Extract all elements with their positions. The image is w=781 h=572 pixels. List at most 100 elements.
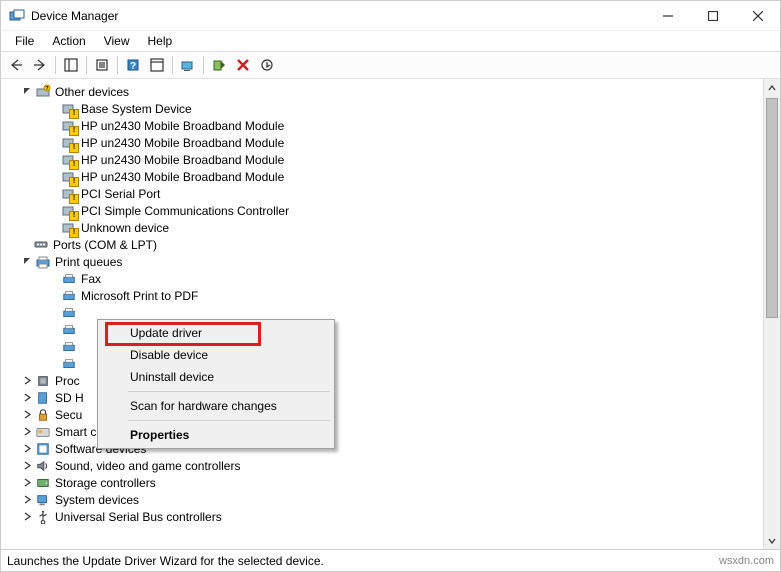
close-button[interactable] [735,1,780,31]
printer-icon [61,271,77,287]
tree-label: Universal Serial Bus controllers [55,510,222,524]
toolbar-separator [86,56,87,74]
device-tree[interactable]: ? Other devices Base System Device HP un… [1,79,763,549]
scroll-down-button[interactable] [764,532,780,549]
processor-icon [35,373,51,389]
tree-node-hp-broadband[interactable]: HP un2430 Mobile Broadband Module [1,151,763,168]
svg-text:?: ? [130,61,136,72]
tree-node-fax[interactable]: Fax [1,270,763,287]
title-bar: Device Manager [1,1,780,31]
device-warning-icon [61,169,77,185]
scroll-up-button[interactable] [764,79,780,96]
tree-node-sound-video[interactable]: Sound, video and game controllers [1,457,763,474]
ctx-update-driver[interactable]: Update driver [100,322,332,344]
back-button[interactable] [5,54,27,76]
tree-label: Fax [81,272,101,286]
ctx-properties[interactable]: Properties [100,424,332,446]
usb-icon [35,509,51,525]
tree-node-other-devices[interactable]: ? Other devices [1,83,763,100]
chevron-right-icon[interactable] [21,375,33,387]
other-devices-icon: ? [35,84,51,100]
chevron-right-icon[interactable] [21,392,33,404]
menu-help[interactable]: Help [140,33,181,49]
chevron-right-icon[interactable] [21,460,33,472]
tree-label: HP un2430 Mobile Broadband Module [81,153,284,167]
context-menu: Update driver Disable device Uninstall d… [97,319,335,449]
tree-node-hp-broadband[interactable]: HP un2430 Mobile Broadband Module [1,168,763,185]
content-area: ? Other devices Base System Device HP un… [1,79,780,549]
tree-node-hp-broadband[interactable]: HP un2430 Mobile Broadband Module [1,117,763,134]
chevron-right-icon[interactable] [21,494,33,506]
tree-label: PCI Simple Communications Controller [81,204,289,218]
menu-action[interactable]: Action [44,33,93,49]
app-icon [9,8,25,24]
svg-text:?: ? [45,86,48,92]
tree-label: PCI Serial Port [81,187,160,201]
scrollbar-thumb[interactable] [766,98,778,318]
tree-node-unknown-device[interactable]: Unknown device [1,219,763,236]
device-warning-icon [61,203,77,219]
toolbar: ? [1,51,780,79]
speaker-icon [35,458,51,474]
show-hide-tree-button[interactable] [60,54,82,76]
disable-button[interactable] [256,54,278,76]
tree-node-ports[interactable]: Ports (COM & LPT) [1,236,763,253]
scrollbar-track-area[interactable] [764,96,780,532]
tree-label: System devices [55,493,139,507]
chevron-right-icon[interactable] [21,426,33,438]
forward-button[interactable] [29,54,51,76]
tree-node-pci-serial-port[interactable]: PCI Serial Port [1,185,763,202]
tree-node-system-devices[interactable]: System devices [1,491,763,508]
tree-label: SD H [55,391,84,405]
tree-label: Storage controllers [55,476,156,490]
toolbar-separator [172,56,173,74]
tree-node-print-queues[interactable]: Print queues [1,253,763,270]
action-center-button[interactable] [146,54,168,76]
printer-icon [61,322,77,338]
tree-node-hp-broadband[interactable]: HP un2430 Mobile Broadband Module [1,134,763,151]
chevron-down-icon[interactable] [21,256,33,268]
ctx-scan-hardware[interactable]: Scan for hardware changes [100,395,332,417]
properties-button[interactable] [91,54,113,76]
ctx-disable-device[interactable]: Disable device [100,344,332,366]
uninstall-button[interactable] [232,54,254,76]
printer-icon [61,339,77,355]
toolbar-separator [203,56,204,74]
tree-node-ms-print-pdf[interactable]: Microsoft Print to PDF [1,287,763,304]
chevron-right-icon[interactable] [21,443,33,455]
tree-node-storage-controllers[interactable]: Storage controllers [1,474,763,491]
ctx-uninstall-device[interactable]: Uninstall device [100,366,332,388]
scan-hardware-button[interactable] [177,54,199,76]
tree-node-pci-simple-comm[interactable]: PCI Simple Communications Controller [1,202,763,219]
sd-icon [35,390,51,406]
tree-label: Proc [55,374,80,388]
update-driver-button[interactable] [208,54,230,76]
chevron-right-icon[interactable] [21,409,33,421]
device-warning-icon [61,186,77,202]
tree-label: Other devices [55,85,129,99]
tree-label: Unknown device [81,221,169,235]
printer-icon [61,305,77,321]
printer-icon [61,288,77,304]
tree-label: Sound, video and game controllers [55,459,240,473]
status-text: Launches the Update Driver Wizard for th… [7,554,324,568]
chevron-down-icon[interactable] [21,86,33,98]
help-button[interactable]: ? [122,54,144,76]
ports-icon [33,237,49,253]
tree-label: HP un2430 Mobile Broadband Module [81,136,284,150]
tree-node-base-system-device[interactable]: Base System Device [1,100,763,117]
ctx-separator [128,391,330,392]
menu-file[interactable]: File [7,33,42,49]
watermark: wsxdn.com [719,555,774,567]
status-bar: Launches the Update Driver Wizard for th… [1,549,780,571]
chevron-right-icon[interactable] [21,511,33,523]
maximize-button[interactable] [690,1,735,31]
chevron-right-icon[interactable] [21,477,33,489]
window-title: Device Manager [31,9,645,23]
minimize-button[interactable] [645,1,690,31]
menu-view[interactable]: View [96,33,138,49]
tree-label: HP un2430 Mobile Broadband Module [81,119,284,133]
tree-node-usb-controllers[interactable]: Universal Serial Bus controllers [1,508,763,525]
toolbar-separator [117,56,118,74]
vertical-scrollbar[interactable] [763,79,780,549]
